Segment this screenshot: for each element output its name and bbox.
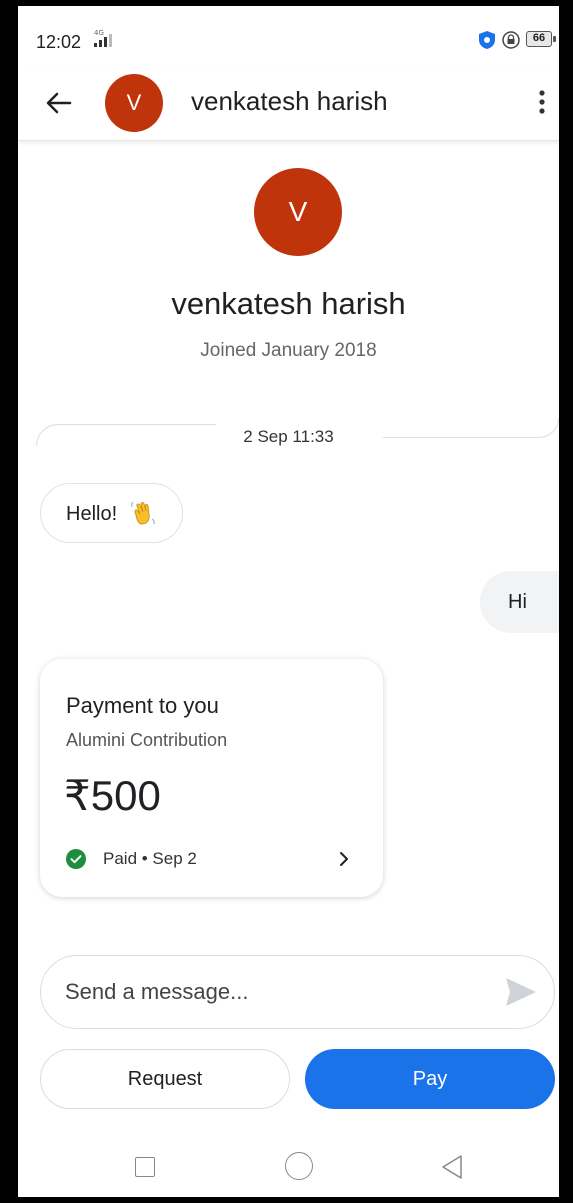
payment-amount: ₹500 [64,772,161,819]
chat-header: V venkatesh harish [18,72,559,141]
home-button[interactable] [285,1152,313,1180]
signal-icon: 4G [94,29,112,47]
incoming-message-text: Hello! [66,503,118,525]
message-input[interactable] [40,955,555,1029]
header-contact-name[interactable]: venkatesh harish [191,86,388,117]
waving-hand-icon [130,501,155,525]
payment-status: Paid • Sep 2 [103,849,197,868]
vpn-lock-icon [502,31,520,49]
outgoing-message-text: Hi [508,591,527,613]
chevron-right-icon[interactable] [336,849,352,869]
outgoing-message-bubble[interactable]: Hi [480,571,559,633]
back-arrow-icon[interactable] [40,84,78,122]
send-icon[interactable] [504,976,538,1008]
check-circle-icon [66,849,86,869]
incoming-message-bubble[interactable]: Hello! [40,483,183,543]
battery-cap [553,36,556,42]
profile-avatar: V [254,168,342,256]
request-button[interactable]: Request [40,1049,290,1109]
message-timestamp: 2 Sep 11:33 [243,427,334,446]
nav-back-icon[interactable] [439,1154,465,1180]
battery-icon: 66 [526,31,552,47]
recent-apps-button[interactable] [135,1157,155,1177]
status-time: 12:02 [36,32,82,52]
profile-joined-date: Joined January 2018 [200,340,377,361]
status-bar: 12:02 4G 66 [18,6,559,72]
shield-icon [479,31,495,49]
more-options-icon[interactable] [530,84,554,120]
header-avatar[interactable]: V [105,74,163,132]
chat-screen: 12:02 4G 66 V venkatesh harish V venkate… [18,6,559,1197]
pay-button[interactable]: Pay [305,1049,555,1109]
profile-name: venkatesh harish [171,286,406,321]
payment-card[interactable]: Payment to you Alumini Contribution ₹500… [40,659,383,897]
payment-note: Alumini Contribution [66,730,228,750]
network-label: 4G [94,29,104,37]
payment-title: Payment to you [66,693,219,718]
